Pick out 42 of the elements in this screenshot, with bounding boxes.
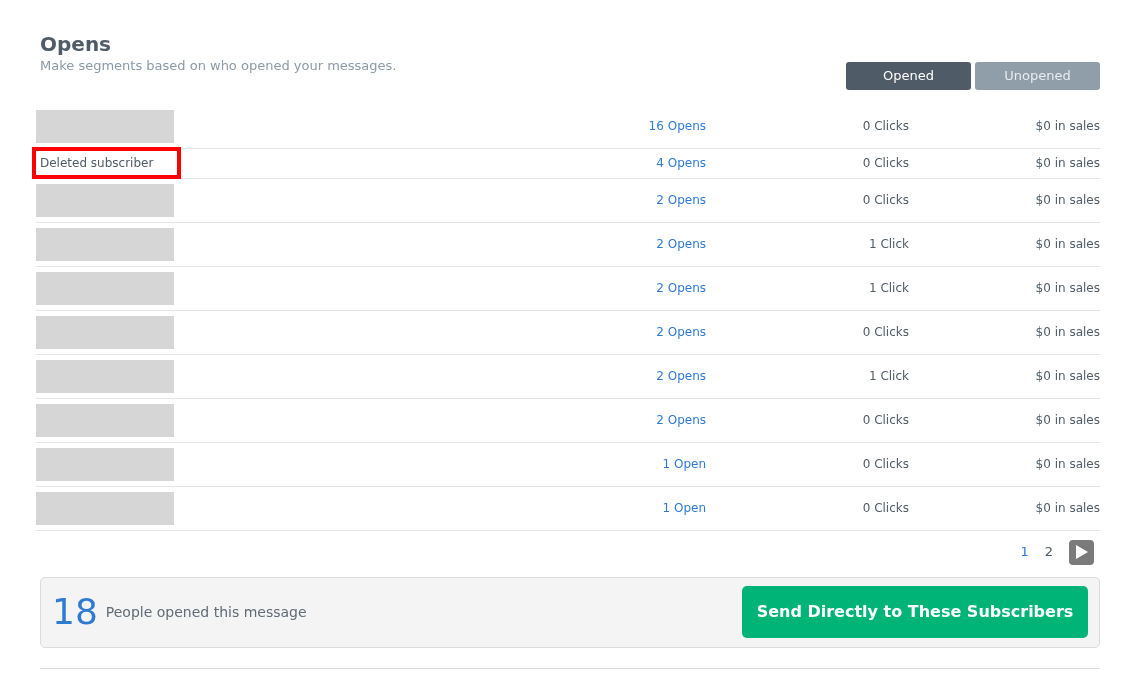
sales-cell-text: $0 in sales	[1034, 118, 1100, 135]
clicks-cell-text: 1 Click	[867, 368, 909, 385]
opens-link[interactable]: 2 Opens	[226, 191, 706, 209]
opens-link[interactable]: 16 Opens	[226, 117, 706, 135]
page-link[interactable]: 1	[1012, 542, 1037, 562]
sales-cell-text: $0 in sales	[1034, 280, 1100, 297]
opens-link[interactable]: 2 Opens	[226, 235, 706, 253]
sales-cell-text: $0 in sales	[1034, 412, 1100, 429]
opens-link[interactable]: 1 Open	[226, 499, 706, 517]
sales-cell-text: $0 in sales	[1034, 236, 1100, 253]
sales-cell-text: $0 in sales	[1034, 500, 1100, 517]
clicks-cell-text: 1 Click	[867, 236, 909, 253]
clicks-cell-text: 0 Clicks	[861, 155, 909, 172]
segment-tab[interactable]: Unopened	[975, 61, 1100, 90]
play-icon	[1075, 545, 1088, 559]
sales-cell-text: $0 in sales	[1034, 324, 1100, 341]
sales-cell-text: $0 in sales	[1034, 192, 1100, 209]
section-title: Opens	[40, 32, 113, 56]
opens-link[interactable]: 1 Open	[226, 455, 706, 473]
opens-link[interactable]: 2 Opens	[226, 411, 706, 429]
opens-link[interactable]: 2 Opens	[226, 279, 706, 297]
send-button[interactable]: Send Directly to These Subscribers	[742, 586, 1088, 638]
clicks-cell-text: 0 Clicks	[861, 118, 909, 135]
clicks-cell-text: 0 Clicks	[861, 192, 909, 209]
page-link[interactable]: 2	[1036, 542, 1061, 562]
subscriber-name: Deleted subscriber	[32, 147, 182, 179]
next-page-button[interactable]	[1069, 539, 1094, 565]
clicks-cell-text: 0 Clicks	[861, 412, 909, 429]
opens-link[interactable]: 2 Opens	[226, 367, 706, 385]
segment-tab[interactable]: Opened	[846, 61, 971, 90]
section-subtitle: Make segments based on who opened your messages.	[40, 57, 397, 75]
sales-cell-text: $0 in sales	[1034, 368, 1100, 385]
opened-count: 18	[52, 590, 98, 634]
opens-link[interactable]: 2 Opens	[226, 323, 706, 341]
opens-link[interactable]: 4 Opens	[226, 154, 706, 172]
sales-cell-text: $0 in sales	[1034, 155, 1100, 172]
clicks-cell-text: 0 Clicks	[861, 500, 909, 517]
clicks-cell-text: 1 Click	[867, 280, 909, 297]
clicks-cell-text: 0 Clicks	[861, 456, 909, 473]
sales-cell-text: $0 in sales	[1034, 456, 1100, 473]
clicks-cell-text: 0 Clicks	[861, 324, 909, 341]
summary-text: People opened this message	[105, 602, 307, 622]
